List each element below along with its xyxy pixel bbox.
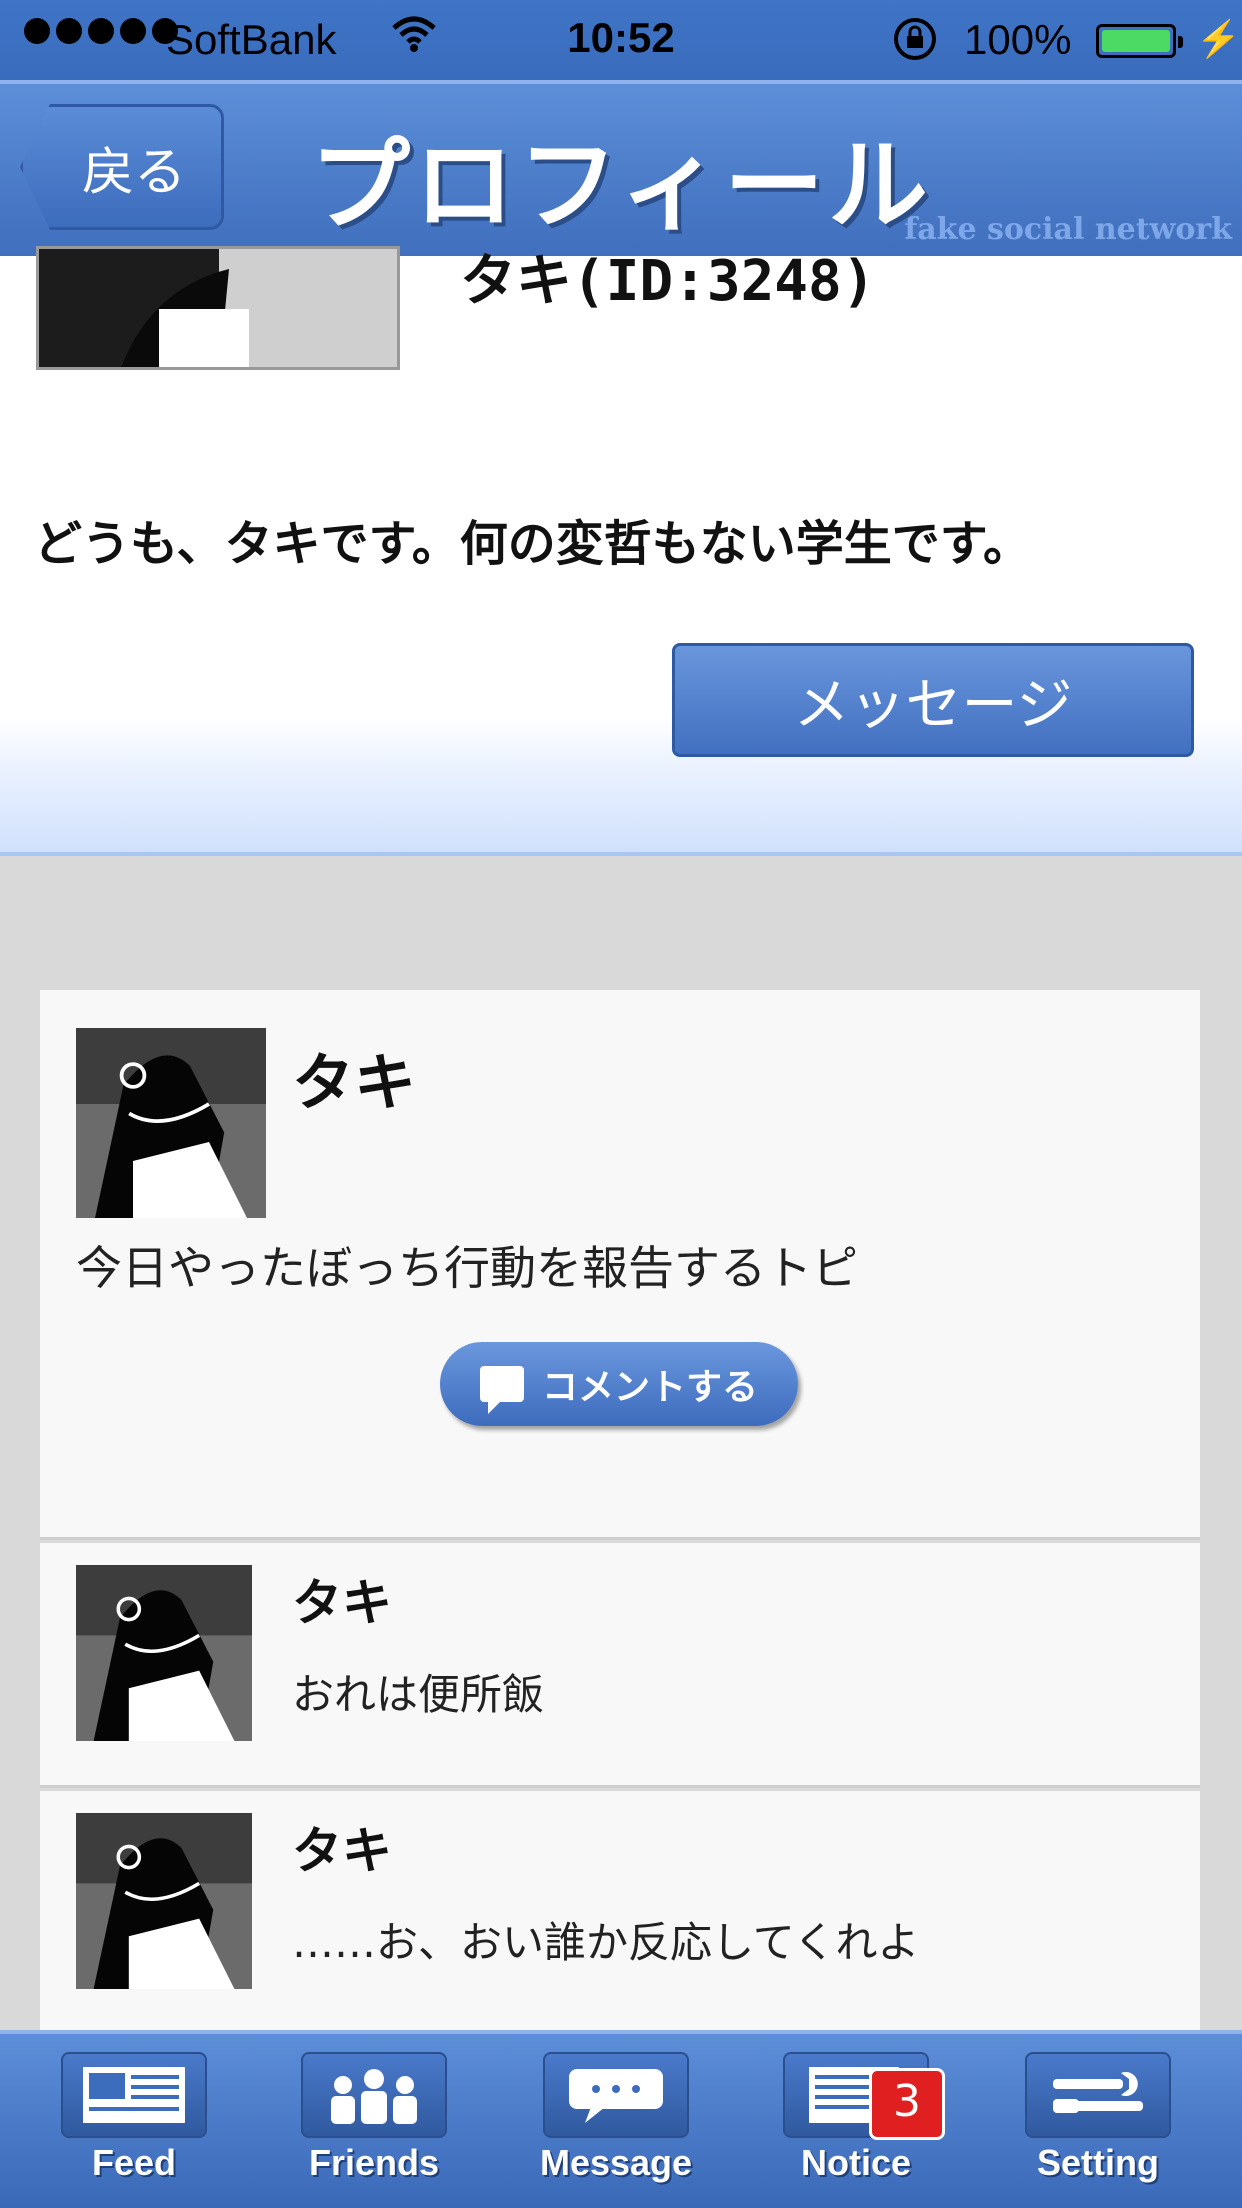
topic-card: タキ 今日やったぼっち行動を報告するトピ コメントする — [40, 990, 1200, 1540]
tab-bar: Feed Friends Message 3 Notice Setting — [0, 2030, 1242, 2208]
profile-name: タキ(ID:3248) — [460, 249, 876, 314]
tab-message[interactable]: Message — [516, 2052, 716, 2202]
avatar — [76, 1813, 252, 1989]
reply-text: おれは便所飯 — [292, 1670, 545, 1719]
tab-label: Setting — [1037, 2142, 1159, 2183]
nav-bar: 戻る プロフィール fake social network — [0, 80, 1242, 256]
orientation-lock-icon — [892, 16, 938, 72]
feed-icon — [61, 2052, 207, 2138]
reply-author: タキ — [292, 1574, 392, 1632]
tab-label: Message — [539, 2142, 693, 2183]
tab-feed[interactable]: Feed — [34, 2052, 234, 2202]
list-item[interactable]: タキ おれは便所飯 — [40, 1543, 1200, 1788]
comment-bubble-icon — [479, 1366, 524, 1414]
friends-icon — [301, 2052, 447, 2138]
back-button[interactable]: 戻る — [20, 104, 224, 230]
post-text: 今日やったぼっち行動を報告するトピ — [76, 1241, 858, 1295]
profile-header: タキ(ID:3248) どうも、タキです。何の変哲もない学生です。 メッセージ — [0, 246, 1242, 856]
avatar — [76, 1028, 266, 1218]
message-button[interactable]: メッセージ — [672, 643, 1194, 757]
notification-badge: 3 — [869, 2068, 945, 2140]
reply-text: ……お、おい誰か反応してくれよ — [292, 1918, 920, 1967]
tools-icon — [1025, 2052, 1171, 2138]
reply-author: タキ — [292, 1822, 392, 1880]
notice-icon: 3 — [783, 2052, 945, 2140]
tab-label: Notice — [800, 2142, 912, 2183]
message-icon — [543, 2052, 689, 2138]
brand-watermark: fake social network — [904, 212, 1232, 247]
post-author: タキ — [292, 1046, 417, 1119]
profile-avatar — [36, 246, 400, 370]
page-title: プロフィール — [310, 127, 932, 244]
avatar — [76, 1565, 252, 1741]
tab-label: Feed — [91, 2142, 177, 2183]
charging-icon: ⚡ — [1196, 18, 1241, 59]
comment-button-label: コメントする — [541, 1367, 758, 1408]
battery-icon — [1096, 24, 1183, 58]
tab-notice[interactable]: 3 Notice — [756, 2052, 956, 2202]
comment-button[interactable]: コメントする — [440, 1342, 798, 1426]
tab-label: Friends — [308, 2142, 440, 2183]
battery-percentage: 100% — [964, 16, 1072, 63]
status-bar: SoftBank 10:52 100% ⚡ — [0, 0, 1242, 80]
tab-friends[interactable]: Friends — [274, 2052, 474, 2202]
profile-bio: どうも、タキです。何の変哲もない学生です。 — [34, 516, 1031, 572]
tab-setting[interactable]: Setting — [998, 2052, 1198, 2202]
list-item[interactable]: タキ ……お、おい誰か反応してくれよ — [40, 1791, 1200, 2031]
